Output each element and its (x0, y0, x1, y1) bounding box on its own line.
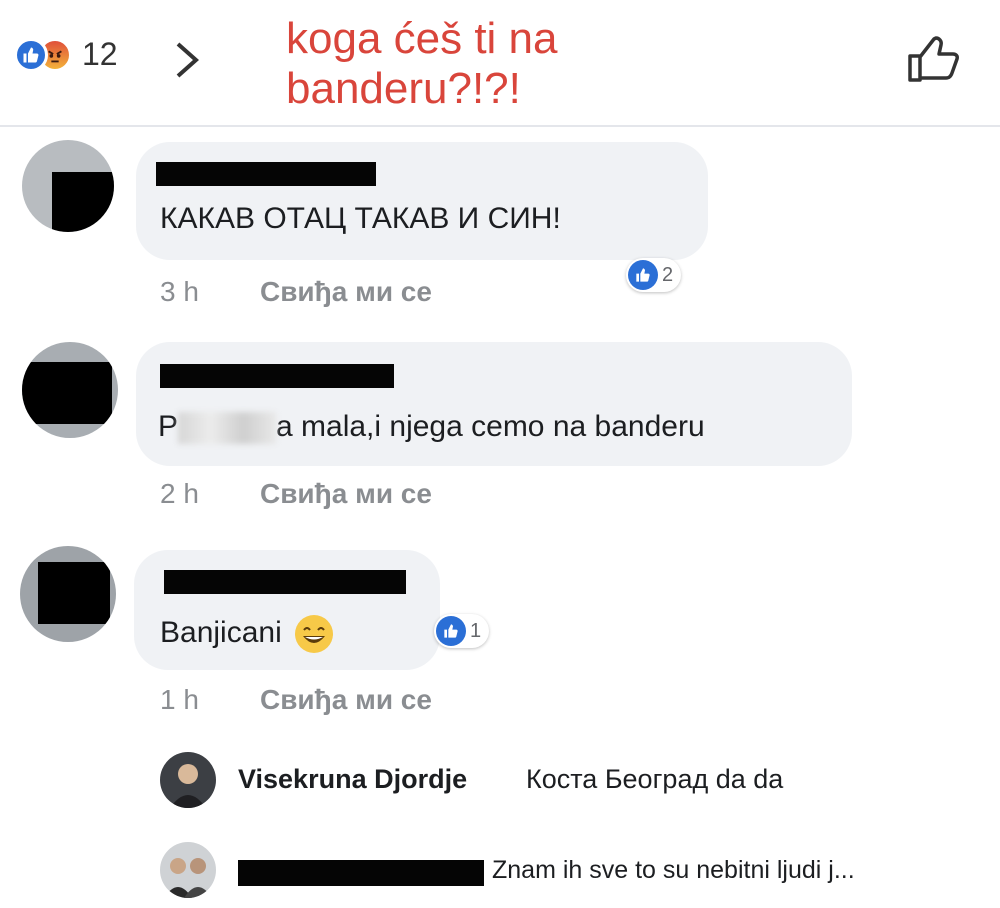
comment-time: 1 h (160, 684, 199, 715)
like-reaction-icon (14, 37, 48, 72)
comment-text: КАКАВ ОТАЦ ТАКАВ И СИН! (160, 202, 561, 235)
reaction-count: 12 (82, 36, 118, 72)
comment-bubble: КАКАВ ОТАЦ ТАКАВ И СИН! (136, 142, 708, 260)
reply-text: Znam ih sve to su nebitni ljudi j... (492, 856, 855, 884)
comment-like-badge[interactable]: 1 (434, 614, 490, 648)
like-count: 1 (470, 619, 482, 642)
redacted-author-name (156, 162, 376, 186)
avatar[interactable] (22, 342, 118, 438)
reply-author-name[interactable]: Visekruna Djordje (238, 764, 467, 795)
comment-time: 3 h (160, 276, 199, 307)
blurred-word (178, 412, 277, 445)
avatar[interactable] (22, 140, 114, 232)
reply-avatar[interactable] (160, 842, 216, 898)
reaction-summary[interactable]: 12 (14, 36, 118, 73)
like-link[interactable]: Свиђа ми се (260, 684, 432, 716)
redacted-author-name (160, 364, 394, 388)
like-icon (436, 616, 466, 646)
redacted-author-name (238, 860, 484, 886)
grinning-emoji-icon (294, 615, 333, 653)
comment-bubble: Banjicani (134, 550, 440, 670)
avatar[interactable] (20, 546, 116, 642)
redacted-author-name (164, 570, 406, 594)
comment-like-badge[interactable]: 2 (626, 258, 682, 292)
like-icon (628, 260, 658, 290)
reply-text: Коста Београд da da (526, 764, 784, 794)
header-divider (0, 125, 1000, 127)
overlay-caption: koga ćeš ti na banderu?!?! (286, 14, 558, 113)
like-outline-icon[interactable] (906, 34, 962, 84)
comment-text: Pa mala,i njega cemo na banderu (158, 410, 705, 445)
comment-bubble: Pa mala,i njega cemo na banderu (136, 342, 852, 466)
comment-text: Banjicani (160, 614, 334, 654)
like-link[interactable]: Свиђа ми се (260, 276, 432, 308)
chevron-right-icon[interactable] (172, 40, 202, 80)
reply-avatar[interactable] (160, 752, 216, 808)
comment-time: 2 h (160, 478, 199, 509)
like-count: 2 (662, 263, 674, 286)
like-link[interactable]: Свиђа ми се (260, 478, 432, 510)
